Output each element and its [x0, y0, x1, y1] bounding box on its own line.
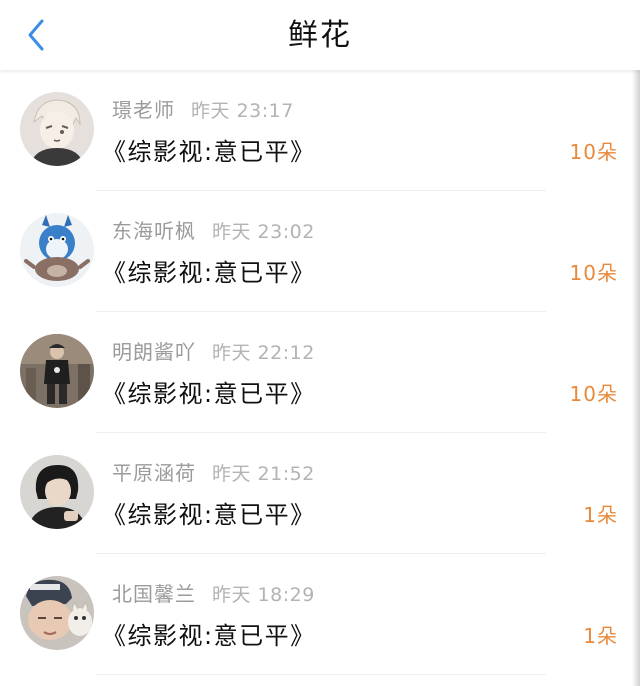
timestamp: 昨天 18:29 — [212, 584, 315, 606]
username[interactable]: 北国馨兰 — [112, 582, 196, 606]
page-title: 鲜花 — [288, 18, 352, 53]
scroll-edge-shadow — [632, 70, 640, 686]
record-meta: 东海听枫 昨天 23:02 — [112, 215, 315, 245]
flower-count: 10朵 — [569, 140, 618, 164]
list-item[interactable]: 明朗酱吖 昨天 22:12 《综影视:意已平》 10朵 — [0, 312, 632, 433]
flower-count: 10朵 — [569, 382, 618, 406]
book-title[interactable]: 《综影视:意已平》 — [102, 253, 316, 288]
avatar[interactable] — [20, 92, 94, 166]
book-title[interactable]: 《综影视:意已平》 — [102, 495, 316, 530]
avatar[interactable] — [20, 576, 94, 650]
flower-count: 1朵 — [583, 624, 618, 648]
book-title[interactable]: 《综影视:意已平》 — [102, 616, 316, 651]
avatar[interactable] — [20, 334, 94, 408]
avatar[interactable] — [20, 213, 94, 287]
row-divider — [96, 674, 546, 675]
record-meta: 北国馨兰 昨天 18:29 — [112, 578, 315, 608]
book-title[interactable]: 《综影视:意已平》 — [102, 132, 316, 167]
timestamp: 昨天 22:12 — [212, 342, 315, 364]
list-item[interactable]: 东海听枫 昨天 23:02 《综影视:意已平》 10朵 — [0, 191, 632, 312]
list-item[interactable]: 平原涵荷 昨天 21:52 《综影视:意已平》 1朵 — [0, 433, 632, 554]
flower-count: 1朵 — [583, 503, 618, 527]
top-navigation-bar: 鲜花 — [0, 0, 640, 70]
timestamp: 昨天 21:52 — [212, 463, 315, 485]
username[interactable]: 平原涵荷 — [112, 461, 196, 485]
username[interactable]: 东海听枫 — [112, 219, 196, 243]
timestamp: 昨天 23:17 — [191, 100, 294, 122]
book-title[interactable]: 《综影视:意已平》 — [102, 374, 316, 409]
timestamp: 昨天 23:02 — [212, 221, 315, 243]
avatar[interactable] — [20, 455, 94, 529]
username[interactable]: 明朗酱吖 — [112, 340, 196, 364]
list-item[interactable]: 璟老师 昨天 23:17 《综影视:意已平》 10朵 — [0, 70, 632, 191]
record-meta: 明朗酱吖 昨天 22:12 — [112, 336, 315, 366]
username[interactable]: 璟老师 — [112, 98, 175, 122]
flower-count: 10朵 — [569, 261, 618, 285]
record-meta: 璟老师 昨天 23:17 — [112, 94, 294, 124]
record-meta: 平原涵荷 昨天 21:52 — [112, 457, 315, 487]
list-item[interactable]: 北国馨兰 昨天 18:29 《综影视:意已平》 1朵 — [0, 554, 632, 675]
